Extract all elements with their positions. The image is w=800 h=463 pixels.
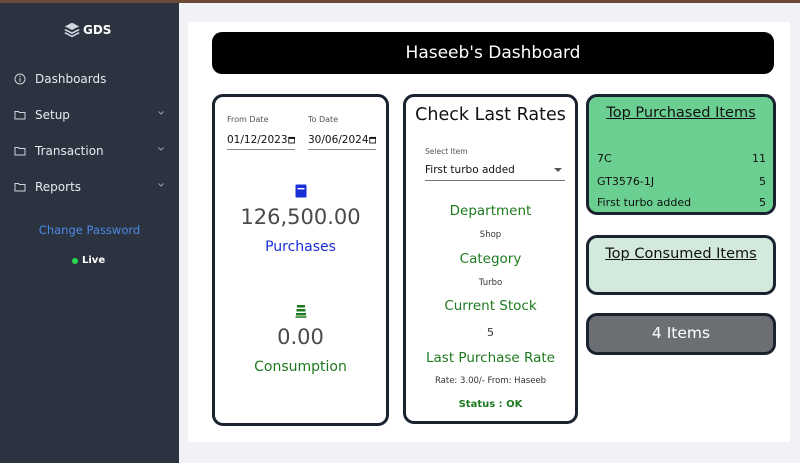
sidebar-item-dashboards[interactable]: Dashboards <box>0 61 179 97</box>
list-item: First turbo added 5 <box>597 196 766 209</box>
to-date-field[interactable]: 30/06/2024 <box>308 130 376 150</box>
item-qty: 5 <box>759 175 766 188</box>
sidebar-nav: Dashboards Setup Transaction Reports <box>0 61 179 205</box>
consumption-label: Consumption <box>254 359 347 375</box>
rates-title: Check Last Rates <box>415 105 566 125</box>
selected-item: First turbo added <box>425 164 515 176</box>
sidebar-item-setup[interactable]: Setup <box>0 97 179 133</box>
live-label: Live <box>82 255 106 266</box>
from-date-field[interactable]: 01/12/2023 <box>227 130 295 150</box>
department-value: Shop <box>479 230 502 240</box>
item-select[interactable]: First turbo added <box>425 160 565 181</box>
brand-name: GDS <box>83 23 112 37</box>
layers-icon <box>64 22 80 38</box>
page-title-text: Haseeb's Dashboard <box>405 43 581 63</box>
sidebar-item-transaction[interactable]: Transaction <box>0 133 179 169</box>
from-date-group: From Date 01/12/2023 <box>227 115 295 150</box>
last-rate-value: Rate: 3.00/- From: Haseeb <box>434 376 547 386</box>
item-qty: 5 <box>759 196 766 209</box>
list-item: 7C 11 <box>597 152 766 165</box>
chevron-down-icon <box>158 111 164 115</box>
folder-icon <box>14 147 26 156</box>
live-status: Live <box>72 255 105 266</box>
category-value: Turbo <box>478 278 503 288</box>
from-date-value: 01/12/2023 <box>227 133 288 146</box>
item-name: GT3576-1J <box>597 175 655 188</box>
items-count-card: 4 Items <box>586 313 776 355</box>
purchases-value: 126,500.00 <box>240 205 361 229</box>
check-rates-card: Check Last Rates Select Item First turbo… <box>403 94 578 424</box>
current-stock-value: 5 <box>487 326 494 339</box>
sidebar-item-label: Transaction <box>35 144 104 158</box>
top-consumed-card: Top Consumed Items <box>586 235 776 295</box>
status-text: Status : OK <box>458 399 523 410</box>
list-item: GT3576-1J 5 <box>597 175 766 188</box>
to-date-value: 30/06/2024 <box>308 133 369 146</box>
folder-icon <box>14 183 26 192</box>
top-consumed-title[interactable]: Top Consumed Items <box>589 246 773 262</box>
cart-box-icon <box>295 184 307 198</box>
brand-logo[interactable]: GDS <box>63 21 111 39</box>
sidebar-item-label: Dashboards <box>35 72 107 86</box>
category-label: Category <box>459 251 522 267</box>
to-date-label: To Date <box>308 115 339 124</box>
from-date-label: From Date <box>227 115 269 124</box>
chevron-down-icon <box>158 147 164 151</box>
to-date-group: To Date 30/06/2024 <box>308 115 376 150</box>
sidebar: GDS Dashboards Setup Transaction Reports… <box>0 3 179 463</box>
purchases-label: Purchases <box>265 239 336 255</box>
info-circle-icon <box>14 73 26 85</box>
stack-icon <box>295 305 307 318</box>
select-item-label: Select Item <box>425 147 468 156</box>
calendar-icon[interactable] <box>287 135 295 145</box>
sidebar-item-label: Reports <box>35 180 82 194</box>
item-name: First turbo added <box>597 196 692 209</box>
summary-card: From Date 01/12/2023 To Date 30/06/2024 … <box>212 94 389 426</box>
top-purchased-card: Top Purchased Items 7C 11 GT3576-1J 5 Fi… <box>586 94 776 215</box>
last-rate-label: Last Purchase Rate <box>426 350 555 366</box>
item-name: 7C <box>597 152 612 165</box>
page-title: Haseeb's Dashboard <box>212 32 774 74</box>
status-dot-icon <box>72 257 78 264</box>
chevron-down-icon <box>158 183 164 187</box>
current-stock-label: Current Stock <box>444 298 537 314</box>
change-password-link[interactable]: Change Password <box>0 223 179 237</box>
item-qty: 11 <box>752 152 766 165</box>
items-count: 4 Items <box>651 324 711 342</box>
caret-down-icon <box>554 168 562 172</box>
calendar-icon[interactable] <box>368 135 376 145</box>
folder-icon <box>14 111 26 120</box>
sidebar-item-reports[interactable]: Reports <box>0 169 179 205</box>
department-label: Department <box>449 203 532 219</box>
top-purchased-title[interactable]: Top Purchased Items <box>589 105 773 121</box>
consumption-value: 0.00 <box>277 325 324 349</box>
sidebar-item-label: Setup <box>35 108 70 122</box>
